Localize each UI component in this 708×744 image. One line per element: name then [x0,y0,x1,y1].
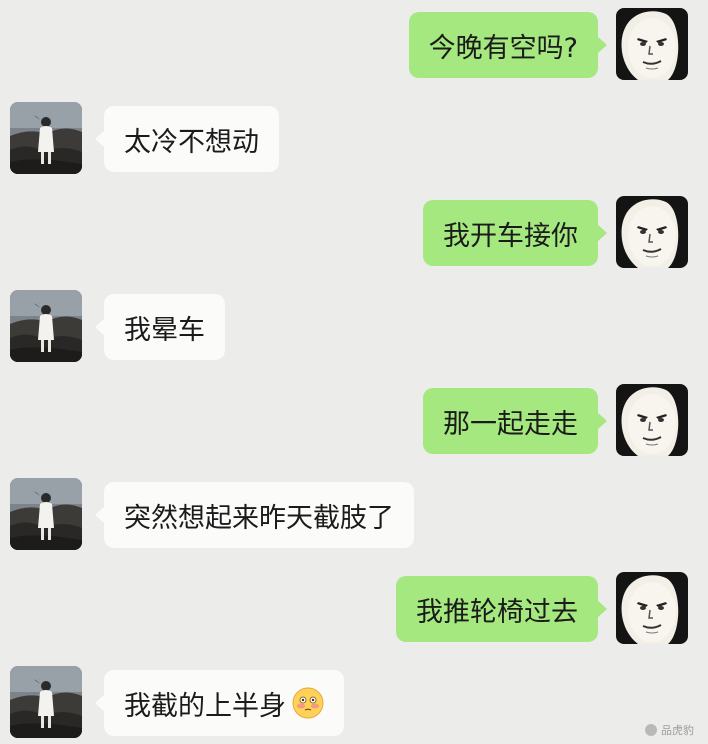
girl-photo-icon [10,666,82,738]
message-bubble-sent[interactable]: 我推轮椅过去 [396,576,607,642]
message-text: 今晚有空吗? [428,32,578,64]
message-text: 太冷不想动 [124,126,259,158]
contact-avatar[interactable] [10,290,82,362]
contact-avatar[interactable] [10,102,82,174]
my-avatar[interactable] [616,196,688,268]
girl-photo-icon [10,478,82,550]
message-text: 我推轮椅过去 [416,596,578,628]
girl-photo-icon [10,102,82,174]
flushed-face-emoji-icon [292,687,324,719]
message-bubble-sent[interactable]: 那一起走走 [423,388,607,454]
girl-photo-icon [10,290,82,362]
contact-avatar[interactable] [10,666,82,738]
message-text: 突然想起来昨天截肢了 [124,502,394,534]
my-avatar[interactable] [616,8,688,80]
message-bubble-received[interactable]: 我晕车 [95,294,225,360]
panda-meme-face-icon [616,196,688,268]
message-text: 我截的上半身 [124,690,286,722]
message-bubble-received[interactable]: 我截的上半身 [95,670,344,736]
my-avatar[interactable] [616,384,688,456]
panda-meme-face-icon [616,384,688,456]
message-bubble-received[interactable]: 突然想起来昨天截肢了 [95,482,414,548]
my-avatar[interactable] [616,572,688,644]
panda-meme-face-icon [616,8,688,80]
message-text: 我晕车 [124,314,205,346]
watermark: 品虎豹 [645,722,694,738]
message-bubble-sent[interactable]: 今晚有空吗? [408,12,608,78]
message-bubble-received[interactable]: 太冷不想动 [95,106,279,172]
contact-avatar[interactable] [10,478,82,550]
message-bubble-sent[interactable]: 我开车接你 [423,200,607,266]
panda-meme-face-icon [616,572,688,644]
message-text: 那一起走走 [443,408,578,440]
watermark-logo-icon [645,724,657,736]
chat-area: 今晚有空吗? 太冷不想动 我开车接你 我晕车 那一起走走 突然想起来昨天截肢了 … [0,0,708,744]
message-text: 我开车接你 [443,220,578,252]
watermark-text: 品虎豹 [661,724,694,737]
